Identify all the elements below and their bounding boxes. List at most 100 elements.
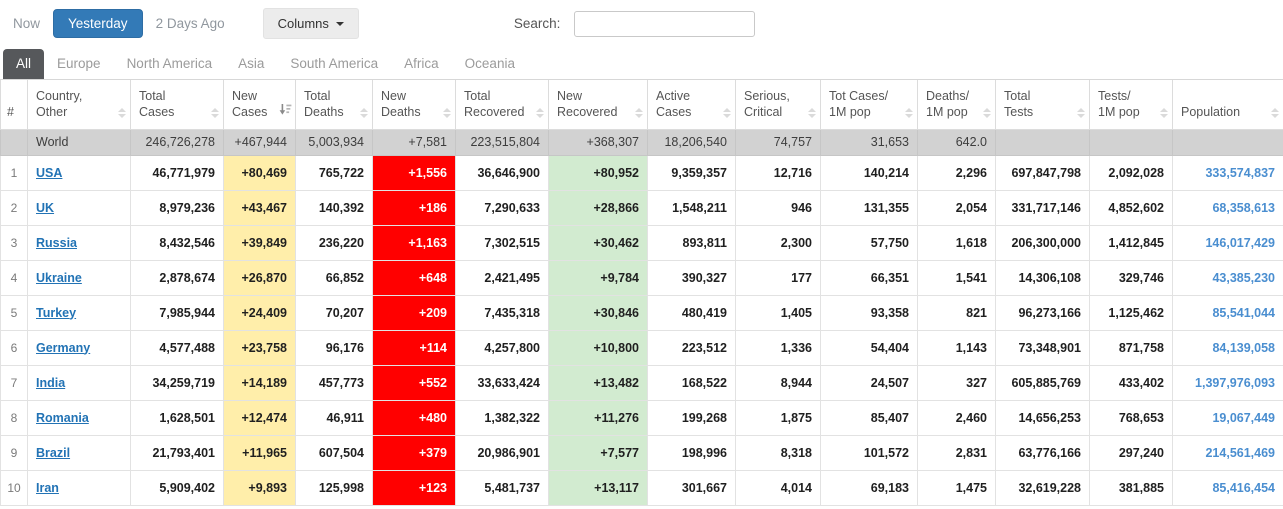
- cell-deaths-1m: 1,475: [918, 471, 996, 506]
- sort-icon[interactable]: [443, 108, 451, 118]
- table-row-world: World246,726,278+467,9445,003,934+7,5812…: [1, 130, 1283, 156]
- country-link[interactable]: Romania: [36, 411, 89, 425]
- sort-icon[interactable]: [1271, 108, 1279, 118]
- cell-tot-cases-1m: 93,358: [821, 296, 918, 331]
- column-header-new-recovered[interactable]: NewRecovered: [549, 80, 648, 130]
- population-link[interactable]: 1,397,976,093: [1195, 376, 1275, 390]
- cell-total-tests: 14,656,253: [996, 401, 1090, 436]
- sort-icon[interactable]: [536, 108, 544, 118]
- cell-new-cases: +24,409: [224, 296, 296, 331]
- population-link[interactable]: 43,385,230: [1212, 271, 1275, 285]
- country-link[interactable]: Iran: [36, 481, 59, 495]
- column-header-deaths-1m[interactable]: Deaths/1M pop: [918, 80, 996, 130]
- sort-icon[interactable]: [211, 108, 219, 118]
- cell-tot-cases-1m: 57,750: [821, 226, 918, 261]
- cell-total-cases: 21,793,401: [131, 436, 224, 471]
- region-tab-north-america[interactable]: North America: [114, 49, 226, 79]
- sort-icon[interactable]: [983, 108, 991, 118]
- country-link[interactable]: UK: [36, 201, 54, 215]
- sort-desc-active-icon[interactable]: [279, 103, 292, 120]
- population-link[interactable]: 84,139,058: [1212, 341, 1275, 355]
- cell-total-deaths: 96,176: [296, 331, 373, 366]
- column-header-active-cases[interactable]: ActiveCases: [648, 80, 736, 130]
- cell-country: UK: [28, 191, 131, 226]
- country-link[interactable]: USA: [36, 166, 62, 180]
- caret-down-icon: [336, 22, 344, 26]
- cell-tests-1m: 381,885: [1090, 471, 1173, 506]
- sort-icon[interactable]: [1077, 108, 1085, 118]
- sort-icon[interactable]: [723, 108, 731, 118]
- cell-total-tests: 697,847,798: [996, 156, 1090, 191]
- column-header-total-recovered[interactable]: TotalRecovered: [456, 80, 549, 130]
- sort-icon[interactable]: [118, 108, 126, 118]
- region-tab-asia[interactable]: Asia: [225, 49, 277, 79]
- region-tab-africa[interactable]: Africa: [391, 49, 452, 79]
- table-row-turkey: 5Turkey7,985,944+24,40970,207+2097,435,3…: [1, 296, 1283, 331]
- covid-stats-page: Now Yesterday 2 Days Ago Columns Search:…: [0, 0, 1283, 509]
- column-header-new-deaths[interactable]: NewDeaths: [373, 80, 456, 130]
- cell-tot-cases-1m: 66,351: [821, 261, 918, 296]
- cell-tests-1m: 1,412,845: [1090, 226, 1173, 261]
- cell-tot-cases-1m: 131,355: [821, 191, 918, 226]
- country-link[interactable]: India: [36, 376, 65, 390]
- population-link[interactable]: 85,541,044: [1212, 306, 1275, 320]
- cell-new-recovered: +10,800: [549, 331, 648, 366]
- cell-country: Brazil: [28, 436, 131, 471]
- country-link[interactable]: Russia: [36, 236, 77, 250]
- cell-country: Ukraine: [28, 261, 131, 296]
- column-header-serious-critical[interactable]: Serious,Critical: [736, 80, 821, 130]
- population-link[interactable]: 85,416,454: [1212, 481, 1275, 495]
- cell-deaths-1m: 642.0: [918, 130, 996, 156]
- column-header-tests-1m[interactable]: Tests/1M pop: [1090, 80, 1173, 130]
- column-header-new-cases[interactable]: NewCases: [224, 80, 296, 130]
- now-tab[interactable]: Now: [13, 16, 40, 31]
- cell-new-deaths: +186: [373, 191, 456, 226]
- yesterday-tab[interactable]: Yesterday: [53, 9, 143, 38]
- column-header-total-tests[interactable]: TotalTests: [996, 80, 1090, 130]
- sort-icon[interactable]: [635, 108, 643, 118]
- region-tab-europe[interactable]: Europe: [44, 49, 114, 79]
- columns-dropdown-button[interactable]: Columns: [263, 8, 359, 39]
- sort-icon[interactable]: [808, 108, 816, 118]
- cell-serious-critical: 74,757: [736, 130, 821, 156]
- column-header-population[interactable]: Population: [1173, 80, 1283, 130]
- sort-icon[interactable]: [905, 108, 913, 118]
- column-header-total-deaths[interactable]: TotalDeaths: [296, 80, 373, 130]
- cell-active-cases: 9,359,357: [648, 156, 736, 191]
- country-link[interactable]: Brazil: [36, 446, 70, 460]
- cell-total-cases: 8,979,236: [131, 191, 224, 226]
- column-header-total-cases[interactable]: TotalCases: [131, 80, 224, 130]
- search-input[interactable]: [574, 11, 755, 37]
- region-tab-all[interactable]: All: [3, 49, 44, 79]
- cell-new-recovered: +7,577: [549, 436, 648, 471]
- cell-total-deaths: 5,003,934: [296, 130, 373, 156]
- cell-tests-1m: [1090, 130, 1173, 156]
- region-tab-oceania[interactable]: Oceania: [452, 49, 528, 79]
- region-tab-south-america[interactable]: South America: [277, 49, 391, 79]
- cell-total-tests: 331,717,146: [996, 191, 1090, 226]
- population-link[interactable]: 19,067,449: [1212, 411, 1275, 425]
- population-link[interactable]: 146,017,429: [1205, 236, 1275, 250]
- sort-icon[interactable]: [1160, 108, 1168, 118]
- cell-total-recovered: 20,986,901: [456, 436, 549, 471]
- region-tabs: AllEuropeNorth AmericaAsiaSouth AmericaA…: [0, 49, 1283, 80]
- cell-country: USA: [28, 156, 131, 191]
- population-link[interactable]: 68,358,613: [1212, 201, 1275, 215]
- cell-total-deaths: 457,773: [296, 366, 373, 401]
- cell-population: 333,574,837: [1173, 156, 1283, 191]
- cell-total-deaths: 66,852: [296, 261, 373, 296]
- column-header-tot-cases-1m[interactable]: Tot Cases/1M pop: [821, 80, 918, 130]
- cell-country: Iran: [28, 471, 131, 506]
- population-link[interactable]: 333,574,837: [1205, 166, 1275, 180]
- cell-total-recovered: 4,257,800: [456, 331, 549, 366]
- population-link[interactable]: 214,561,469: [1205, 446, 1275, 460]
- sort-icon[interactable]: [360, 108, 368, 118]
- column-header-country[interactable]: Country,Other: [28, 80, 131, 130]
- country-link[interactable]: Germany: [36, 341, 90, 355]
- cell-total-cases: 1,628,501: [131, 401, 224, 436]
- cell-serious-critical: 2,300: [736, 226, 821, 261]
- two-days-ago-tab[interactable]: 2 Days Ago: [156, 16, 225, 31]
- country-link[interactable]: Turkey: [36, 306, 76, 320]
- cell-serious-critical: 8,944: [736, 366, 821, 401]
- country-link[interactable]: Ukraine: [36, 271, 82, 285]
